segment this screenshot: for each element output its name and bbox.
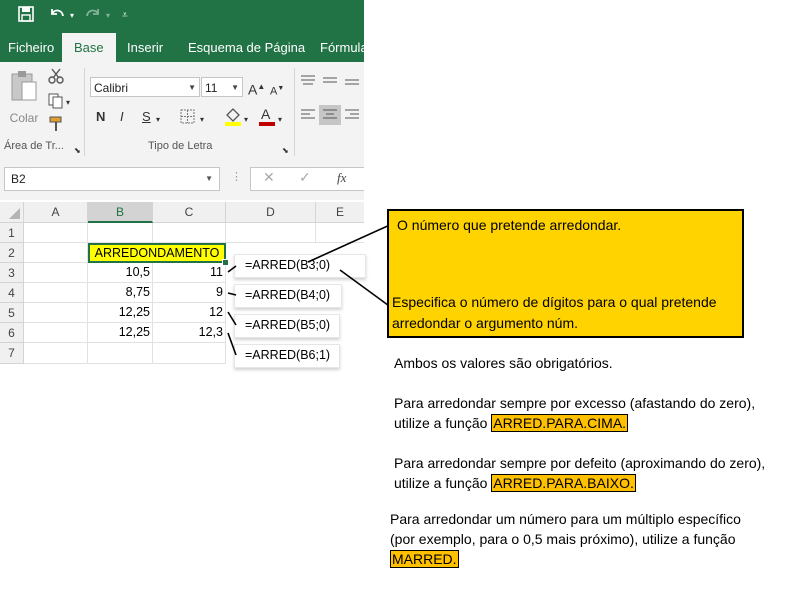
- connector-row6: [227, 332, 237, 356]
- note-round-up-line1: Para arredondar sempre por excesso (afas…: [394, 395, 756, 411]
- connector-row4: [227, 292, 237, 296]
- note-multiple: Para arredondar um número para um múltip…: [390, 509, 796, 569]
- function-arred-para-cima: ARRED.PARA.CIMA.: [491, 414, 629, 432]
- connector-digits-arg: [339, 269, 393, 309]
- connector-row5: [227, 311, 237, 326]
- connector-row3: [227, 265, 237, 273]
- callout-digits-line1: Especifica o número de dígitos para o qu…: [392, 294, 717, 310]
- connector-num-arg: [307, 223, 393, 263]
- note-round-up: Para arredondar sempre por excesso (afas…: [394, 393, 800, 433]
- note-round-down-line2: utilize a função: [394, 475, 488, 491]
- callout-digits-line2: arredondar o argumento núm.: [392, 315, 578, 331]
- note-multiple-line2: (por exemplo, para o 0,5 mais próximo), …: [390, 531, 736, 547]
- note-round-down-line1: Para arredondar sempre por defeito (apro…: [394, 455, 766, 471]
- callout-num-argument: O número que pretende arredondar.: [397, 217, 622, 233]
- note-round-down: Para arredondar sempre por defeito (apro…: [394, 453, 800, 493]
- note-multiple-line1: Para arredondar um número para um múltip…: [390, 511, 741, 527]
- function-marred: MARRED.: [390, 550, 459, 568]
- note-required: Ambos os valores são obrigatórios.: [394, 355, 613, 371]
- note-round-up-line2: utilize a função: [394, 415, 488, 431]
- function-arred-para-baixo: ARRED.PARA.BAIXO.: [491, 474, 636, 492]
- callout-box: O número que pretende arredondar. Especi…: [387, 209, 744, 338]
